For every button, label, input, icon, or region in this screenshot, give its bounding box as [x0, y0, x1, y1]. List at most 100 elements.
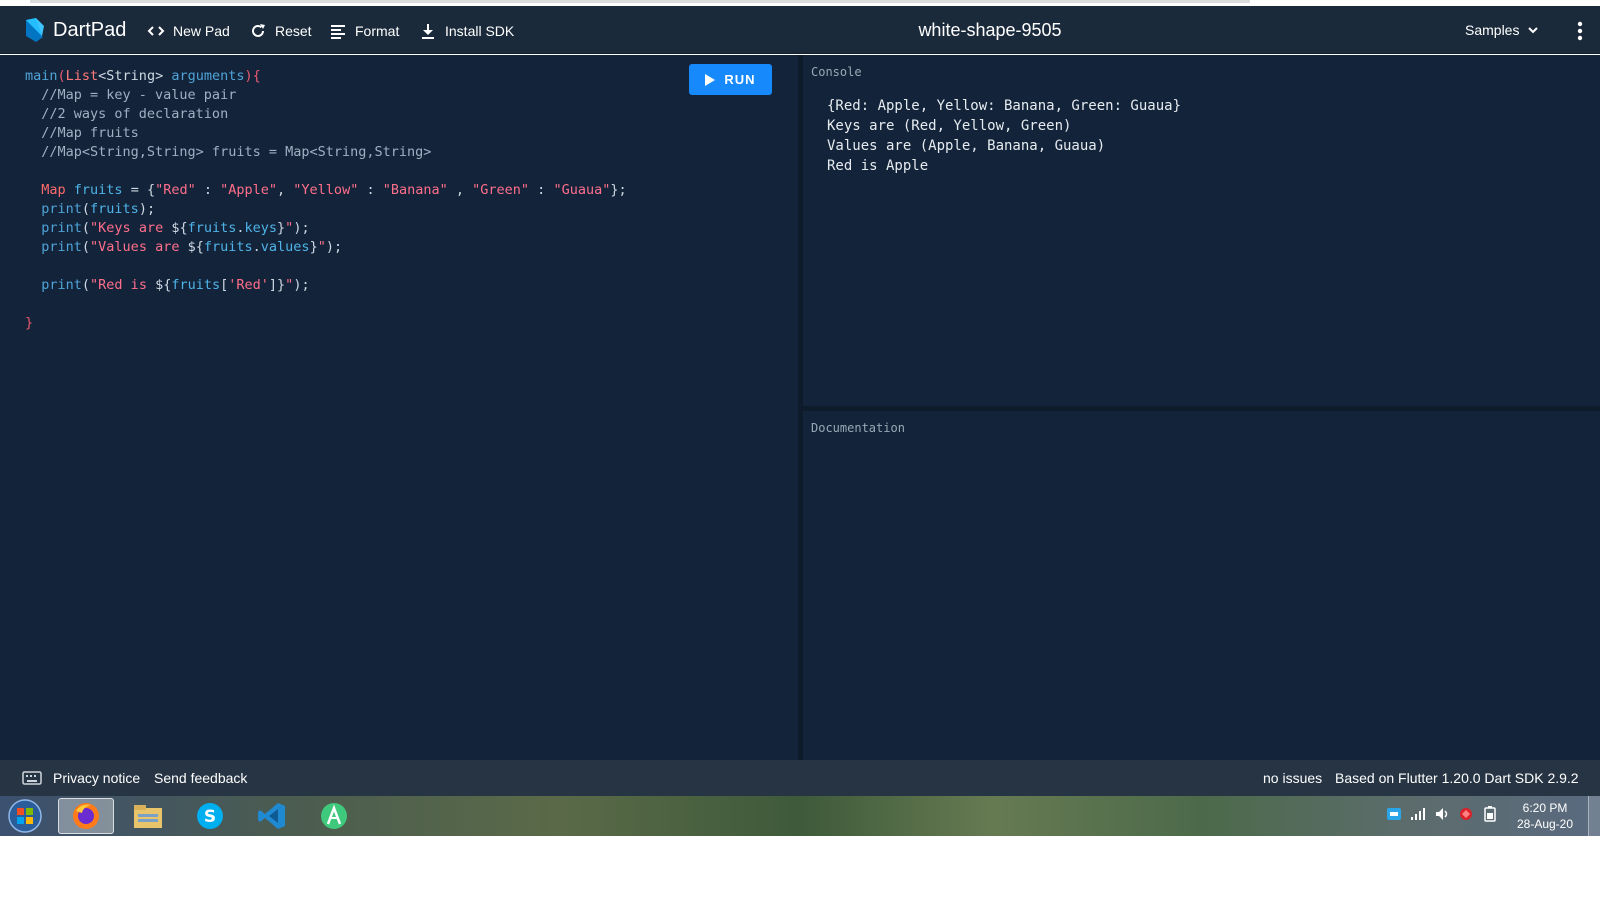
- code-token: "Keys are: [90, 220, 172, 236]
- code-token: }: [309, 239, 318, 255]
- code-token: ${: [155, 277, 172, 293]
- samples-dropdown[interactable]: Samples: [1465, 22, 1539, 38]
- keyboard-icon[interactable]: [22, 770, 42, 786]
- run-button[interactable]: RUN: [689, 64, 772, 95]
- code-token: //Map fruits: [25, 125, 139, 141]
- code-token: fruits: [90, 201, 139, 217]
- show-desktop-button[interactable]: [1588, 796, 1600, 836]
- code-token: fruits: [187, 220, 237, 236]
- code-token: "Yellow": [293, 182, 359, 198]
- code-token: }: [25, 315, 34, 331]
- code-line[interactable]: [25, 162, 627, 181]
- code-token: :: [195, 182, 221, 198]
- windows-taskbar: S 6:20 PM 28-Aug-20: [0, 796, 1600, 836]
- firefox-icon: [73, 803, 99, 829]
- code-token: Map: [41, 182, 66, 198]
- code-token: };: [610, 182, 627, 198]
- code-line[interactable]: //Map = key - value pair: [25, 86, 627, 105]
- file-explorer-icon: [134, 805, 162, 828]
- code-token: );: [293, 277, 310, 293]
- taskbar-android-studio[interactable]: [306, 798, 362, 834]
- code-line[interactable]: Map fruits = {"Red" : "Apple", "Yellow" …: [25, 181, 627, 200]
- code-token: (: [81, 277, 91, 293]
- code-token: :: [358, 182, 383, 198]
- code-token: List: [65, 68, 99, 84]
- console-panel: Console {Red: Apple, Yellow: Banana, Gre…: [803, 55, 1600, 406]
- privacy-notice-link[interactable]: Privacy notice: [53, 770, 140, 786]
- code-line[interactable]: }: [25, 314, 627, 333]
- code-token: print: [41, 201, 82, 217]
- issues-status[interactable]: no issues: [1263, 770, 1322, 786]
- code-token: "Red": [155, 182, 196, 198]
- code-token: print: [41, 239, 82, 255]
- system-tray: [1386, 806, 1498, 822]
- svg-text:S: S: [204, 807, 216, 827]
- code-line[interactable]: //Map<String,String> fruits = Map<String…: [25, 143, 627, 162]
- code-token: ,: [447, 182, 473, 198]
- code-line[interactable]: print("Keys are ${fruits.keys}");: [25, 219, 627, 238]
- code-token: <String>: [98, 68, 172, 84]
- network-app-icon[interactable]: [1386, 806, 1402, 822]
- code-token: ${: [171, 220, 188, 236]
- code-token: //Map<String,String> fruits = Map<String…: [25, 144, 432, 160]
- code-token: ,: [277, 182, 294, 198]
- volume-icon[interactable]: [1434, 806, 1450, 822]
- battery-icon[interactable]: [1482, 806, 1498, 822]
- app-header: DartPad New Pad Reset Format Install SDK…: [0, 6, 1600, 54]
- clock-date: 28-Aug-20: [1516, 817, 1574, 831]
- code-token: print: [41, 277, 82, 293]
- pad-title[interactable]: white-shape-9505: [0, 20, 1600, 41]
- code-token: main: [25, 68, 58, 84]
- code-line[interactable]: print("Red is ${fruits['Red']}");: [25, 276, 627, 295]
- code-token: "Guaua": [553, 182, 611, 198]
- code-line[interactable]: print("Values are ${fruits.values}");: [25, 238, 627, 257]
- taskbar-firefox[interactable]: [58, 798, 114, 834]
- documentation-label: Documentation: [811, 421, 905, 435]
- signal-icon[interactable]: [1410, 806, 1426, 822]
- code-content[interactable]: main(List<String> arguments){ //Map = ke…: [25, 67, 627, 333]
- app-footer: Privacy notice Send feedback no issues B…: [0, 760, 1600, 796]
- antivirus-icon[interactable]: [1458, 806, 1474, 822]
- code-editor[interactable]: main(List<String> arguments){ //Map = ke…: [0, 55, 798, 760]
- code-line[interactable]: main(List<String> arguments){: [25, 67, 627, 86]
- taskbar-clock[interactable]: 6:20 PM 28-Aug-20: [1505, 800, 1585, 832]
- play-icon: [705, 73, 716, 86]
- code-line[interactable]: print(fruits);: [25, 200, 627, 219]
- code-line[interactable]: [25, 295, 627, 314]
- start-button[interactable]: [2, 798, 48, 834]
- code-token: ${: [187, 239, 204, 255]
- code-token: "Apple": [220, 182, 278, 198]
- code-token: ){: [244, 68, 261, 84]
- more-vert-icon[interactable]: [1570, 20, 1590, 42]
- browser-scroll-indicator: [30, 0, 1250, 3]
- code-token: (: [81, 201, 91, 217]
- chevron-down-icon: [1528, 27, 1539, 34]
- taskbar-skype[interactable]: S: [182, 798, 238, 834]
- code-line[interactable]: [25, 257, 627, 276]
- code-token: );: [325, 239, 343, 255]
- code-token: "Banana": [382, 182, 448, 198]
- code-token: print: [41, 220, 82, 236]
- code-line[interactable]: //Map fruits: [25, 124, 627, 143]
- taskbar-file-explorer[interactable]: [120, 798, 176, 834]
- code-token: (: [81, 239, 91, 255]
- clock-time: 6:20 PM: [1522, 801, 1568, 815]
- console-label: Console: [811, 65, 862, 79]
- code-token: //Map = key - value pair: [25, 87, 237, 103]
- code-token: arguments: [171, 68, 245, 84]
- taskbar-vscode[interactable]: [244, 798, 300, 834]
- code-token: = {: [122, 182, 156, 198]
- code-line[interactable]: //2 ways of declaration: [25, 105, 627, 124]
- code-token: //2 ways of declaration: [25, 106, 229, 122]
- code-token: (: [81, 220, 91, 236]
- send-feedback-link[interactable]: Send feedback: [154, 770, 247, 786]
- code-token: fruits: [203, 239, 253, 255]
- code-token: }: [277, 220, 286, 236]
- android-studio-icon: [321, 803, 347, 829]
- code-token: keys: [244, 220, 278, 236]
- code-token: values: [260, 239, 310, 255]
- start-orb-icon: [8, 799, 42, 833]
